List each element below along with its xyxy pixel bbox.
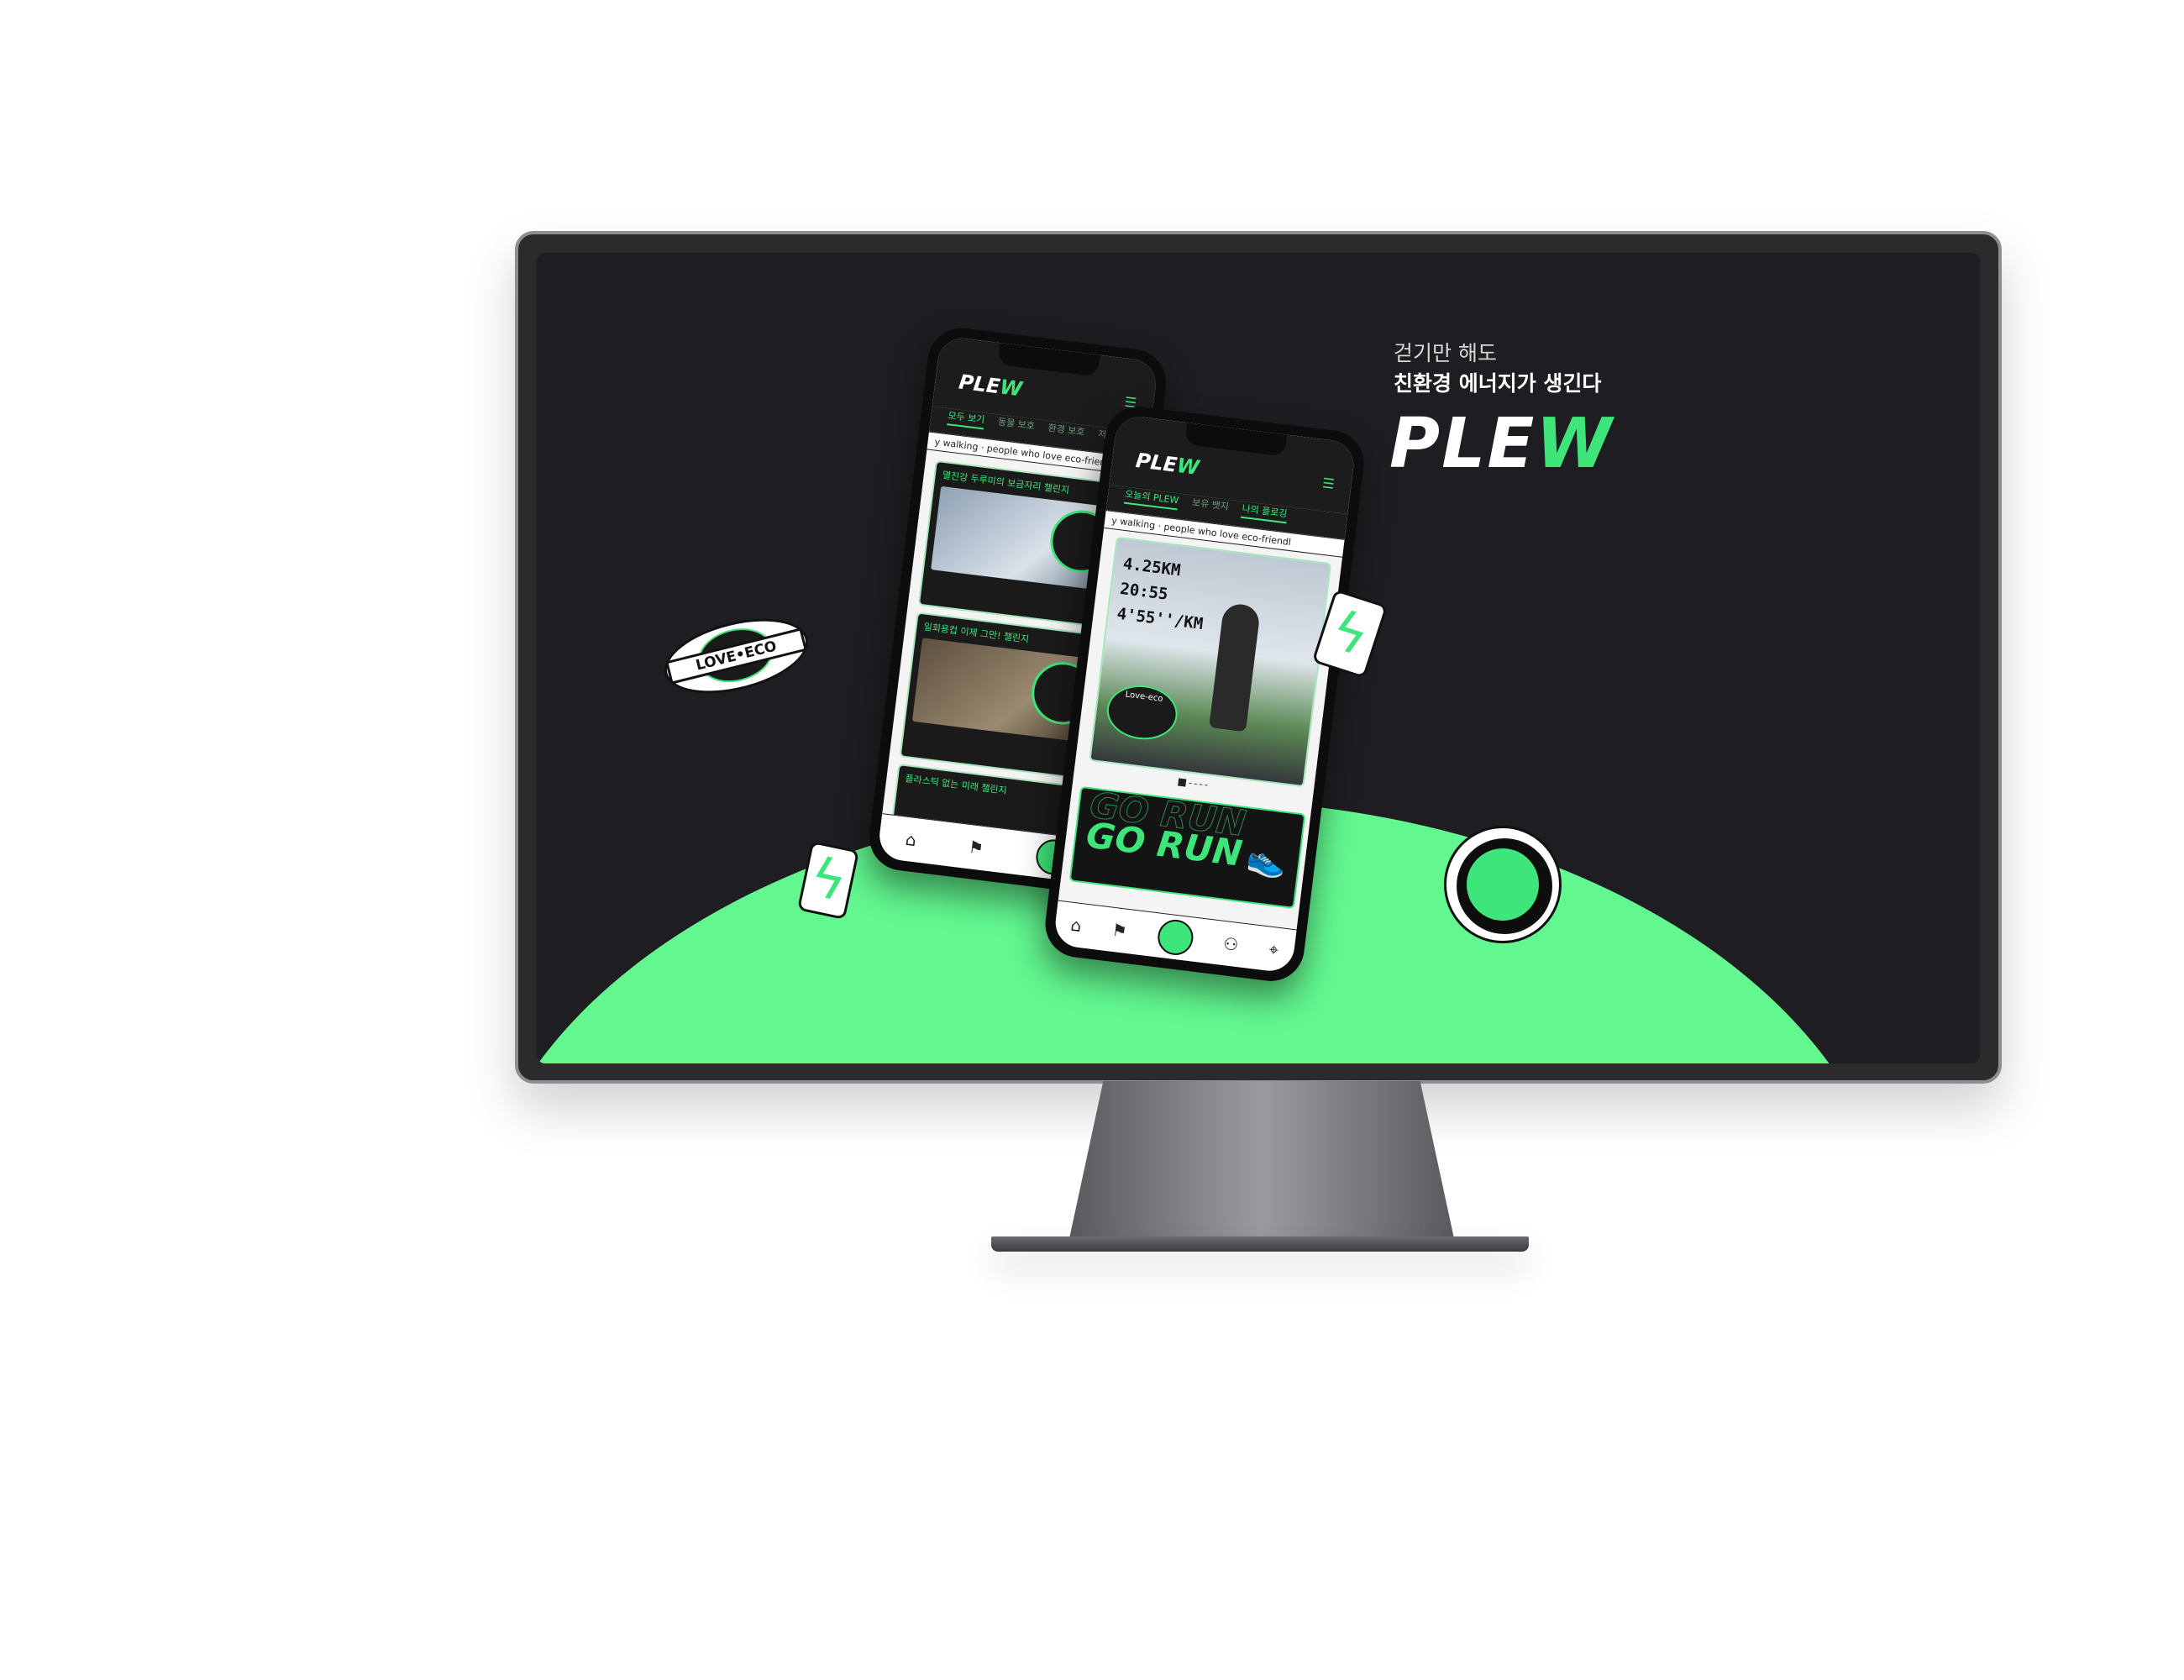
map-icon[interactable]: ⌖ <box>1268 939 1279 960</box>
runner-photo <box>1209 602 1262 732</box>
menu-icon[interactable]: ☰ <box>1321 475 1336 492</box>
run-stats: 4.25KM 20:55 4'55''/KM <box>1116 551 1210 637</box>
love-eco-sticker: LOVE•ECO <box>656 606 816 706</box>
globe-nav-button[interactable] <box>1155 917 1195 958</box>
monitor: 걷기만 해도 친환경 에너지가 생긴다 PLEW LOVE•ECO PLEW ☰… <box>515 231 2002 1084</box>
sneaker-icon: 👟 <box>1244 838 1289 881</box>
tab-badges[interactable]: 보유 뱃지 <box>1191 496 1230 517</box>
go-run-button[interactable]: GO RUN GO RUN 👟 <box>1068 784 1306 909</box>
flag-icon[interactable]: ⚑ <box>1110 920 1128 942</box>
tab-animal[interactable]: 동물 보호 <box>997 415 1036 436</box>
globe-icon <box>1457 838 1552 934</box>
run-summary-card: 4.25KM 20:55 4'55''/KM Love-eco <box>1089 536 1332 788</box>
tab-environment[interactable]: 환경 보호 <box>1047 421 1085 442</box>
tab-all[interactable]: 모두 보기 <box>947 408 986 430</box>
people-icon[interactable]: ⚇ <box>1222 933 1240 955</box>
hero-headline: 친환경 에너지가 생긴다 <box>1394 371 1602 396</box>
flag-icon[interactable]: ⚑ <box>968 837 985 858</box>
home-icon[interactable]: ⌂ <box>1069 915 1083 936</box>
home-icon[interactable]: ⌂ <box>905 829 918 850</box>
monitor-stand-base <box>991 1236 1529 1252</box>
love-eco-badge: Love-eco <box>1104 681 1181 743</box>
hero-subline: 걷기만 해도 <box>1394 341 1497 365</box>
globe-sticker <box>1444 826 1562 943</box>
plew-logo: PLEW <box>1389 404 1614 484</box>
monitor-stand-neck <box>1068 1081 1455 1242</box>
screen: 걷기만 해도 친환경 에너지가 생긴다 PLEW LOVE•ECO PLEW ☰… <box>537 253 1980 1063</box>
